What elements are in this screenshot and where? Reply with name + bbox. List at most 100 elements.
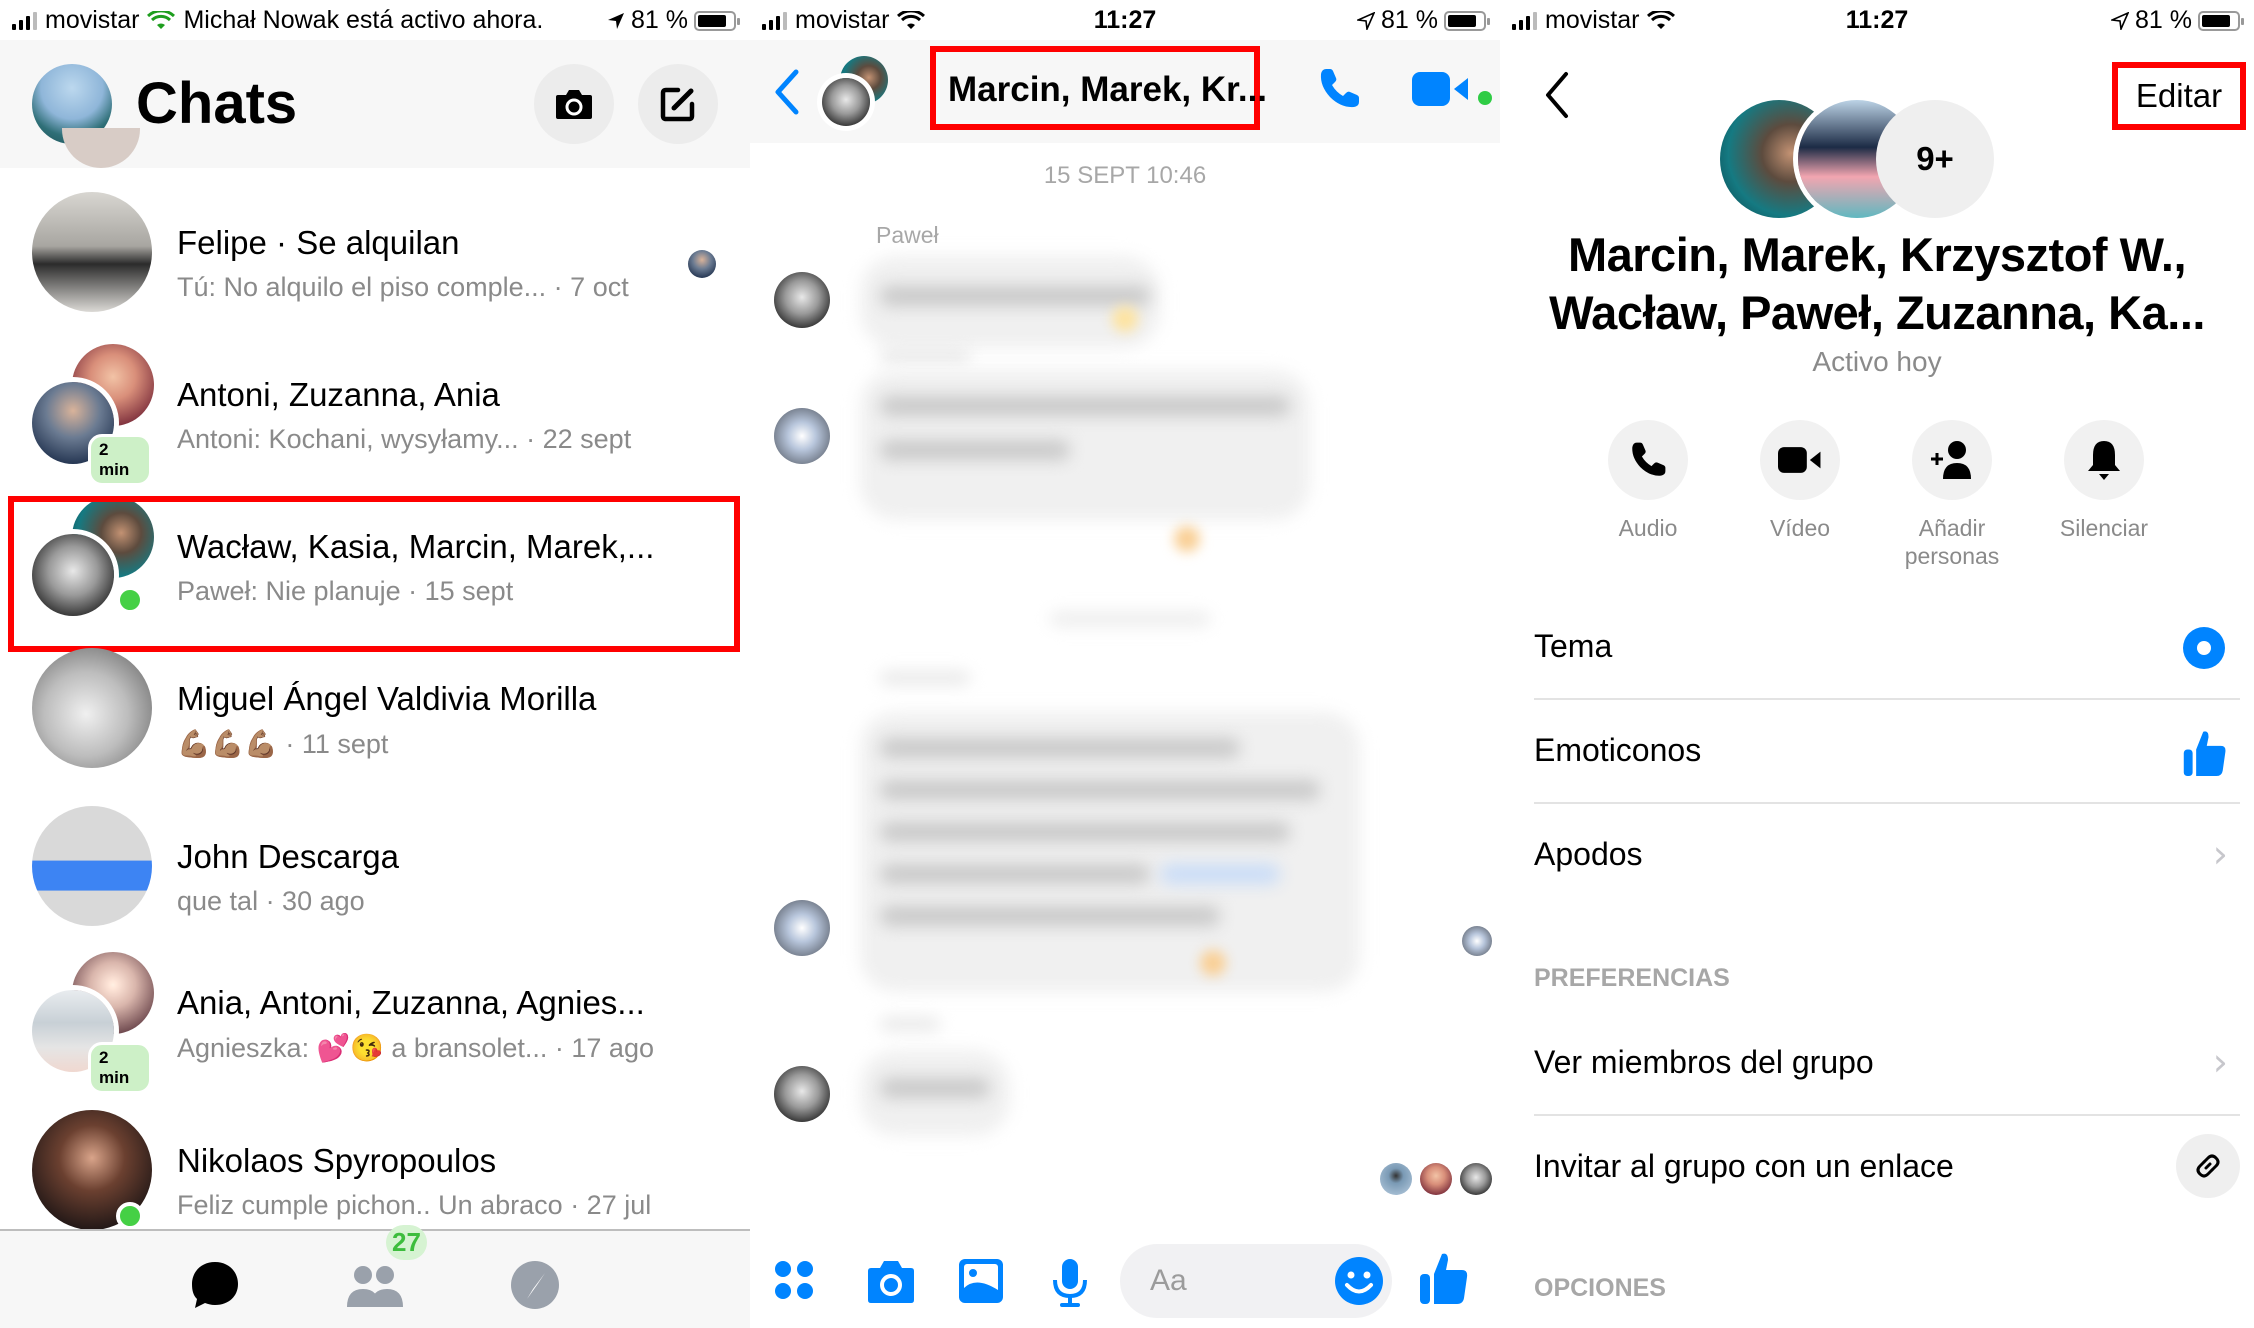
group-avatars: 9+: [1720, 100, 2060, 220]
invite-link-row[interactable]: Invitar al grupo con un enlace: [1534, 1116, 2240, 1220]
chat-preview: Feliz cumple pichon.. Un abraco · 27 jul: [177, 1190, 652, 1220]
view-members-row[interactable]: Ver miembros del grupo ›: [1534, 1012, 2240, 1116]
chevron-left-icon: [775, 69, 799, 115]
back-button[interactable]: [1542, 70, 1572, 125]
conversation-title[interactable]: Marcin, Marek, Kr...: [948, 70, 1267, 110]
microphone-icon: [1053, 1259, 1087, 1307]
battery-percent: 81 %: [2135, 6, 2192, 34]
location-arrow-icon: [608, 12, 625, 29]
location-arrow-icon: [2111, 11, 2130, 30]
gallery-button[interactable]: [958, 1258, 1004, 1304]
camera-icon: [868, 1261, 914, 1303]
more-actions-button[interactable]: [772, 1258, 816, 1302]
video-camera-icon: [1412, 72, 1468, 106]
chat-row-antoni-zuzanna-ania[interactable]: 2 min Antoni, Zuzanna, Ania Antoni: Koch…: [0, 320, 750, 486]
sender-avatar: [774, 272, 830, 328]
link-button[interactable]: [2176, 1134, 2240, 1198]
nicknames-row[interactable]: Apodos ›: [1534, 804, 2240, 908]
conversation-screen: movistar 11:27 81 % Marcin, Marek, Kr...…: [750, 0, 1500, 1328]
audio-call-action[interactable]: Audio: [1568, 420, 1728, 542]
people-badge: 27: [386, 1225, 427, 1260]
sender-avatar: [774, 900, 830, 956]
message-input[interactable]: Aa: [1120, 1244, 1392, 1318]
theme-color-icon: [2183, 627, 2225, 669]
chat-preview: Agnieszka: 💕😘 a bransolet... · 17 ago: [177, 1033, 654, 1063]
thumbs-up-icon: [2183, 731, 2226, 776]
avatar: [32, 192, 152, 312]
theme-row[interactable]: Tema: [1534, 596, 2240, 700]
phone-icon: [1320, 69, 1359, 108]
compass-icon: [511, 1261, 559, 1309]
chat-name: Felipe · Se alquilan: [177, 224, 460, 261]
chat-bubble-icon: [192, 1262, 238, 1308]
group-avatar[interactable]: [822, 78, 870, 126]
chat-name: John Descarga: [177, 838, 399, 875]
apps-icon: [775, 1261, 813, 1299]
chat-preview: Tú: No alquilo el piso comple... · 7 oct: [177, 272, 629, 302]
camera-button[interactable]: [866, 1258, 916, 1304]
tab-people[interactable]: [345, 1259, 405, 1311]
avatar: [32, 806, 152, 926]
read-receipt-avatar: [1380, 1163, 1412, 1195]
mute-action[interactable]: Silenciar: [2024, 420, 2184, 542]
chat-row-nikolaos[interactable]: Nikolaos Spyropoulos Feliz cumple pichon…: [0, 1086, 750, 1236]
group-name: Marcin, Marek, Krzysztof W., Wacław, Paw…: [1549, 228, 2205, 339]
sender-avatar: [774, 408, 830, 464]
signal-icon: [12, 11, 37, 30]
avatar: [32, 648, 152, 768]
sender-name: Paweł: [876, 222, 939, 248]
tab-discover[interactable]: [505, 1259, 565, 1311]
chevron-right-icon: ›: [2212, 832, 2228, 876]
activity-status: Activo hoy: [1812, 346, 1942, 377]
voice-message-button[interactable]: [1052, 1258, 1088, 1308]
sender-avatar: [774, 1066, 830, 1122]
status-bar: movistar 11:27 81 %: [750, 0, 1500, 40]
chat-row-john[interactable]: John Descarga que tal · 30 ago: [0, 782, 750, 932]
chevron-left-icon: [1546, 72, 1568, 118]
chat-name: Antoni, Zuzanna, Ania: [177, 376, 500, 413]
audio-call-button[interactable]: [1316, 66, 1362, 117]
chat-name: Ania, Antoni, Zuzanna, Agnies...: [177, 984, 645, 1021]
action-label: Silenciar: [2059, 515, 2149, 541]
emoji-button[interactable]: [1334, 1256, 1384, 1311]
message-composer: Aa: [750, 1240, 1500, 1328]
chat-preview: 💪🏽💪🏽💪🏽 · 11 sept: [177, 729, 389, 759]
photo-icon: [959, 1259, 1003, 1303]
chat-row-ania-group[interactable]: 2 min Ania, Antoni, Zuzanna, Agnies... A…: [0, 928, 750, 1094]
people-icon: [347, 1266, 403, 1307]
video-call-button[interactable]: [1412, 70, 1470, 113]
status-bar: movistar Michał Nowak está activo ahora.…: [0, 0, 750, 40]
add-person-icon: [1931, 441, 1971, 479]
tab-bar: 27: [0, 1225, 750, 1328]
emoji-row[interactable]: Emoticonos: [1534, 700, 2240, 804]
tab-chats[interactable]: [185, 1259, 245, 1311]
thumbs-up-icon: [1420, 1253, 1468, 1304]
preferences-header: PREFERENCIAS: [1534, 964, 1730, 992]
camera-button[interactable]: [534, 64, 614, 144]
carrier-name: movistar: [45, 6, 140, 34]
date-divider: 15 SEPT 10:46: [1043, 162, 1207, 189]
message-placeholder: Aa: [1150, 1264, 1187, 1297]
chats-screen: movistar Michał Nowak está activo ahora.…: [0, 0, 750, 1328]
like-button[interactable]: [1418, 1250, 1470, 1306]
wifi-icon: [147, 10, 176, 29]
battery-percent: 81 %: [1381, 6, 1438, 34]
seen-avatar: [688, 250, 716, 278]
back-button[interactable]: [772, 68, 802, 121]
video-call-action[interactable]: Vídeo: [1720, 420, 1880, 542]
action-label: Audio: [1618, 515, 1678, 541]
page-title: Chats: [136, 71, 298, 136]
battery-icon: [2198, 10, 2244, 31]
new-message-button[interactable]: [638, 64, 718, 144]
add-people-action[interactable]: Añadir personas: [1872, 420, 2032, 570]
chat-row-miguel[interactable]: Miguel Ángel Valdivia Morilla 💪🏽💪🏽💪🏽 · 1…: [0, 624, 750, 774]
conversation-header: Marcin, Marek, Kr...: [750, 40, 1500, 143]
chat-row-felipe[interactable]: Felipe · Se alquilan Tú: No alquilo el p…: [0, 168, 750, 318]
edit-button[interactable]: Editar: [2112, 62, 2246, 130]
emoji-icon: [1335, 1257, 1383, 1305]
active-now-banner: Michał Nowak está activo ahora.: [183, 6, 544, 34]
quick-actions: Audio Vídeo Añadir personas Silenciar: [1500, 420, 2254, 580]
action-label: Añadir personas: [1904, 515, 2000, 569]
phone-icon: [1632, 442, 1666, 476]
online-indicator: [116, 1202, 144, 1230]
